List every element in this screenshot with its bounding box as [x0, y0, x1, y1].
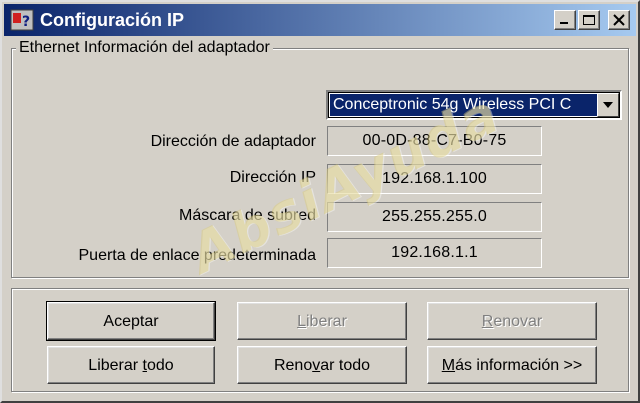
- chevron-down-icon: [603, 102, 613, 108]
- ip-config-window: ? Configuración IP Ethernet Información …: [0, 0, 640, 403]
- more-info-label-mnemonic: M: [441, 357, 456, 374]
- default-gateway-label: Puerta de enlace predeterminada: [78, 247, 317, 264]
- minimize-icon: [560, 22, 568, 24]
- ip-address-label: Dirección IP: [229, 169, 316, 186]
- maximize-button[interactable]: [578, 10, 600, 30]
- accept-button[interactable]: Aceptar: [46, 301, 216, 341]
- renew-button[interactable]: Renovar: [427, 302, 597, 340]
- title-bar[interactable]: ? Configuración IP: [4, 4, 636, 36]
- release-all-label: odo: [147, 357, 174, 374]
- release-all-button[interactable]: Liberar todo: [47, 346, 215, 384]
- minimize-button[interactable]: [554, 10, 576, 30]
- release-label: iberar: [306, 313, 347, 330]
- accept-label: Aceptar: [103, 313, 159, 330]
- release-all-label-pre: Liberar: [88, 357, 143, 374]
- release-button[interactable]: Liberar: [237, 302, 407, 340]
- ip-address-value: 192.168.1.100: [327, 164, 542, 194]
- maximize-icon: [583, 15, 595, 25]
- adapter-select-dropdown-button[interactable]: [597, 93, 619, 117]
- app-icon: ?: [10, 9, 34, 31]
- renew-all-button[interactable]: Renovar todo: [237, 346, 407, 384]
- subnet-mask-value: 255.255.255.0: [327, 202, 542, 232]
- adapter-info-legend: Ethernet Información del adaptador: [16, 39, 273, 57]
- subnet-mask-label: Máscara de subred: [179, 207, 316, 224]
- more-info-label: ás información >>: [455, 357, 583, 374]
- adapter-select-value: Conceptronic 54g Wireless PCI C: [330, 94, 598, 116]
- renew-all-label: ar todo: [320, 357, 371, 374]
- window-title: Configuración IP: [40, 10, 184, 30]
- renew-all-label-pre: Reno: [273, 357, 313, 374]
- default-gateway-value: 192.168.1.1: [327, 238, 542, 268]
- close-icon: [613, 14, 625, 26]
- adapter-address-value: 00-0D-88-C7-B0-75: [327, 126, 542, 156]
- renew-label: enovar: [493, 313, 543, 330]
- adapter-select[interactable]: Conceptronic 54g Wireless PCI C: [326, 90, 622, 120]
- svg-text:?: ?: [22, 14, 30, 30]
- renew-label-mnemonic: R: [481, 313, 494, 330]
- close-button[interactable]: [608, 10, 630, 30]
- more-info-button[interactable]: Más información >>: [427, 346, 597, 384]
- release-label-mnemonic: L: [297, 313, 306, 330]
- adapter-address-label: Dirección de adaptador: [150, 133, 316, 150]
